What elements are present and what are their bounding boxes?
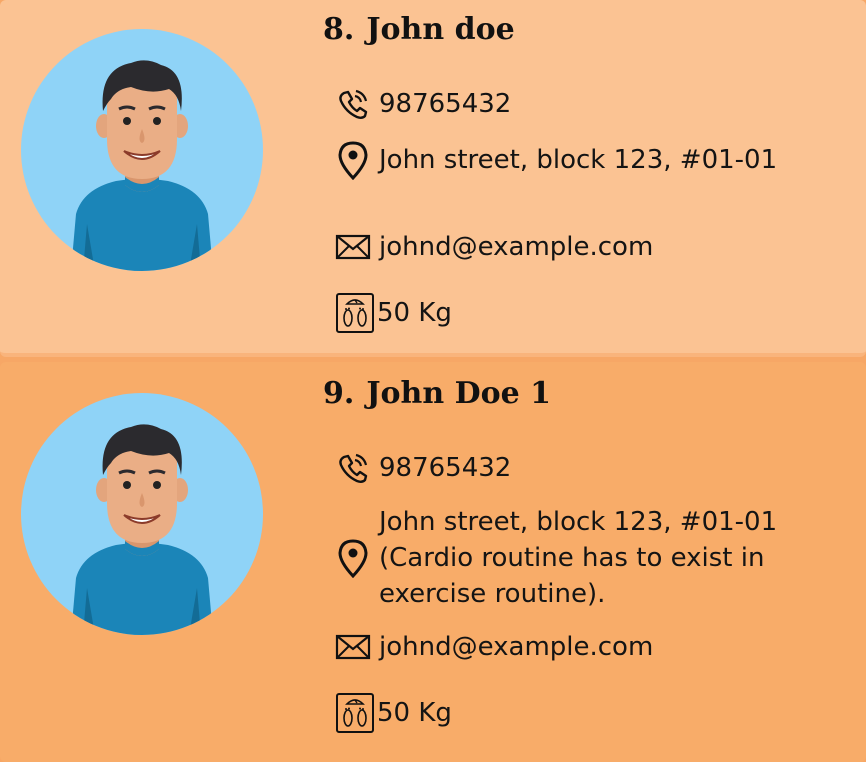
location-pin-icon [335, 538, 379, 578]
phone-number: 98765432 [379, 453, 512, 483]
weight-value: 50 Kg [377, 298, 452, 328]
email-row: johnd@example.com [335, 629, 653, 665]
address-row: John street, block 123, #01-01 (Cardio r… [335, 504, 789, 612]
person-card[interactable]: 8. John doe 98765432 John street, block 1… [0, 0, 866, 357]
avatar [21, 393, 263, 635]
phone-row: 98765432 [335, 450, 511, 486]
address-text: John street, block 123, #01-01 (Cardio r… [379, 507, 778, 609]
person-name: 9. John Doe 1 [323, 376, 551, 411]
phone-row: 98765432 [335, 86, 511, 122]
weighing-scale-icon [335, 692, 379, 734]
email-address: johnd@example.com [379, 232, 654, 262]
weighing-scale-icon [335, 292, 379, 334]
person-name: 8. John doe [323, 12, 515, 47]
person-index: 8. [323, 12, 355, 47]
person-name-text: John Doe 1 [366, 376, 552, 411]
location-pin-icon [335, 140, 379, 180]
phone-icon [335, 86, 379, 122]
phone-icon [335, 450, 379, 486]
person-card[interactable]: 9. John Doe 1 98765432 John street, block… [0, 362, 866, 762]
weight-value: 50 Kg [377, 698, 452, 728]
envelope-icon [335, 633, 379, 661]
weight-row: 50 Kg [335, 692, 452, 734]
weight-row: 50 Kg [335, 292, 452, 334]
person-name-text: John doe [366, 12, 515, 47]
person-list: 8. John doe 98765432 John street, block 1… [0, 0, 866, 762]
address-text: John street, block 123, #01-01 [379, 145, 778, 175]
email-address: johnd@example.com [379, 632, 654, 662]
avatar [21, 29, 263, 271]
address-row: John street, block 123, #01-01 [335, 140, 789, 180]
email-row: johnd@example.com [335, 229, 653, 265]
envelope-icon [335, 233, 379, 261]
phone-number: 98765432 [379, 89, 512, 119]
person-index: 9. [323, 376, 355, 411]
